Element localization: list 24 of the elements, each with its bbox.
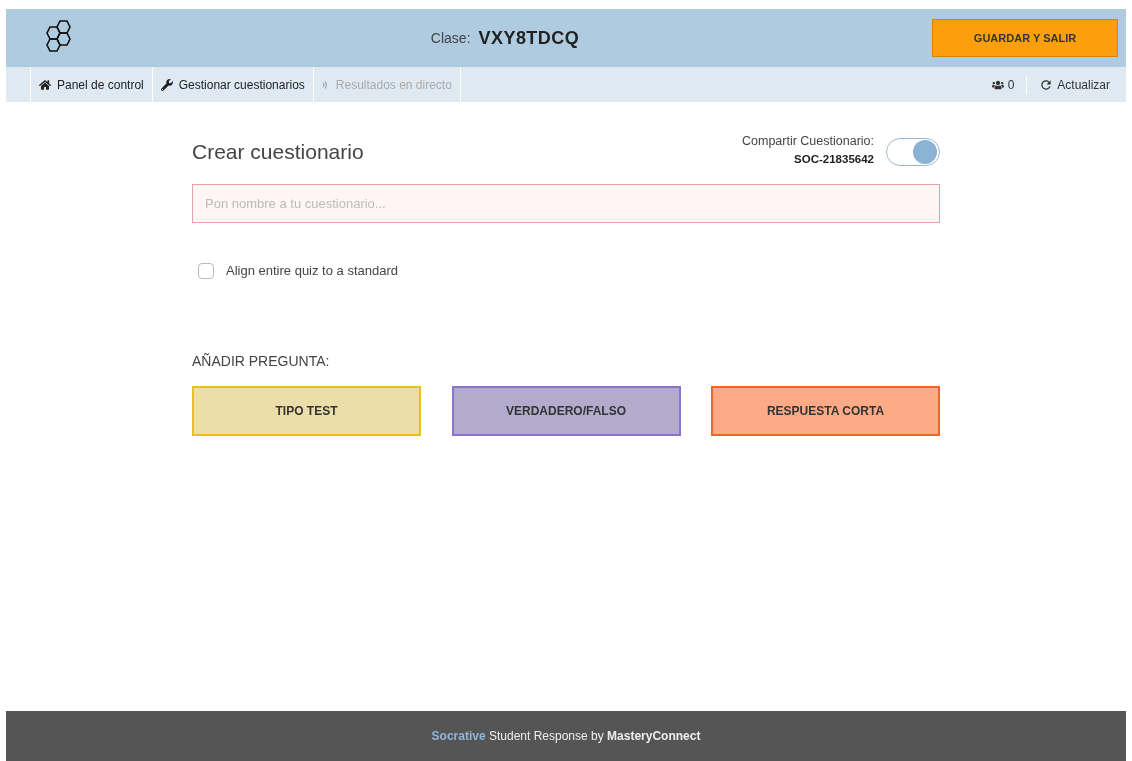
class-label: Clase: (430, 28, 471, 48)
refresh-icon (1039, 77, 1054, 92)
wrench-icon (160, 78, 173, 91)
refresh-button[interactable]: Actualizar (1027, 75, 1110, 94)
align-label: Align entire quiz to a standard (226, 262, 398, 280)
quiz-name-field[interactable]: Pon nombre a tu cuestionario... (192, 184, 940, 223)
student-count: 0 (1007, 75, 1028, 94)
share-label: Compartir Cuestionario: (742, 133, 874, 150)
home-icon (39, 78, 51, 91)
question-type-button[interactable]: RESPUESTA CORTA (711, 385, 940, 436)
question-type-button[interactable]: TIPO TEST (192, 385, 421, 436)
add-question-label: AÑADIR PREGUNTA: (192, 351, 331, 371)
question-type-button[interactable]: VERDADERO/FALSO (451, 385, 681, 436)
footer-text: Socrative Student Response by MasteryConnect (431, 728, 701, 745)
nav-tab[interactable]: Panel de control (30, 67, 152, 102)
page-title: Crear cuestionario (192, 139, 364, 165)
nav-tab[interactable]: Gestionar cuestionarios (151, 67, 313, 102)
class-code: VXY8TDCQ (478, 26, 580, 50)
share-code: SOC-21835642 (794, 151, 874, 167)
align-checkbox[interactable] (198, 262, 214, 279)
students-icon (991, 78, 1004, 91)
share-toggle[interactable] (886, 138, 940, 166)
save-and-exit-button[interactable]: GUARDAR Y SALIR (932, 19, 1118, 57)
signal-waves-icon (321, 79, 330, 90)
